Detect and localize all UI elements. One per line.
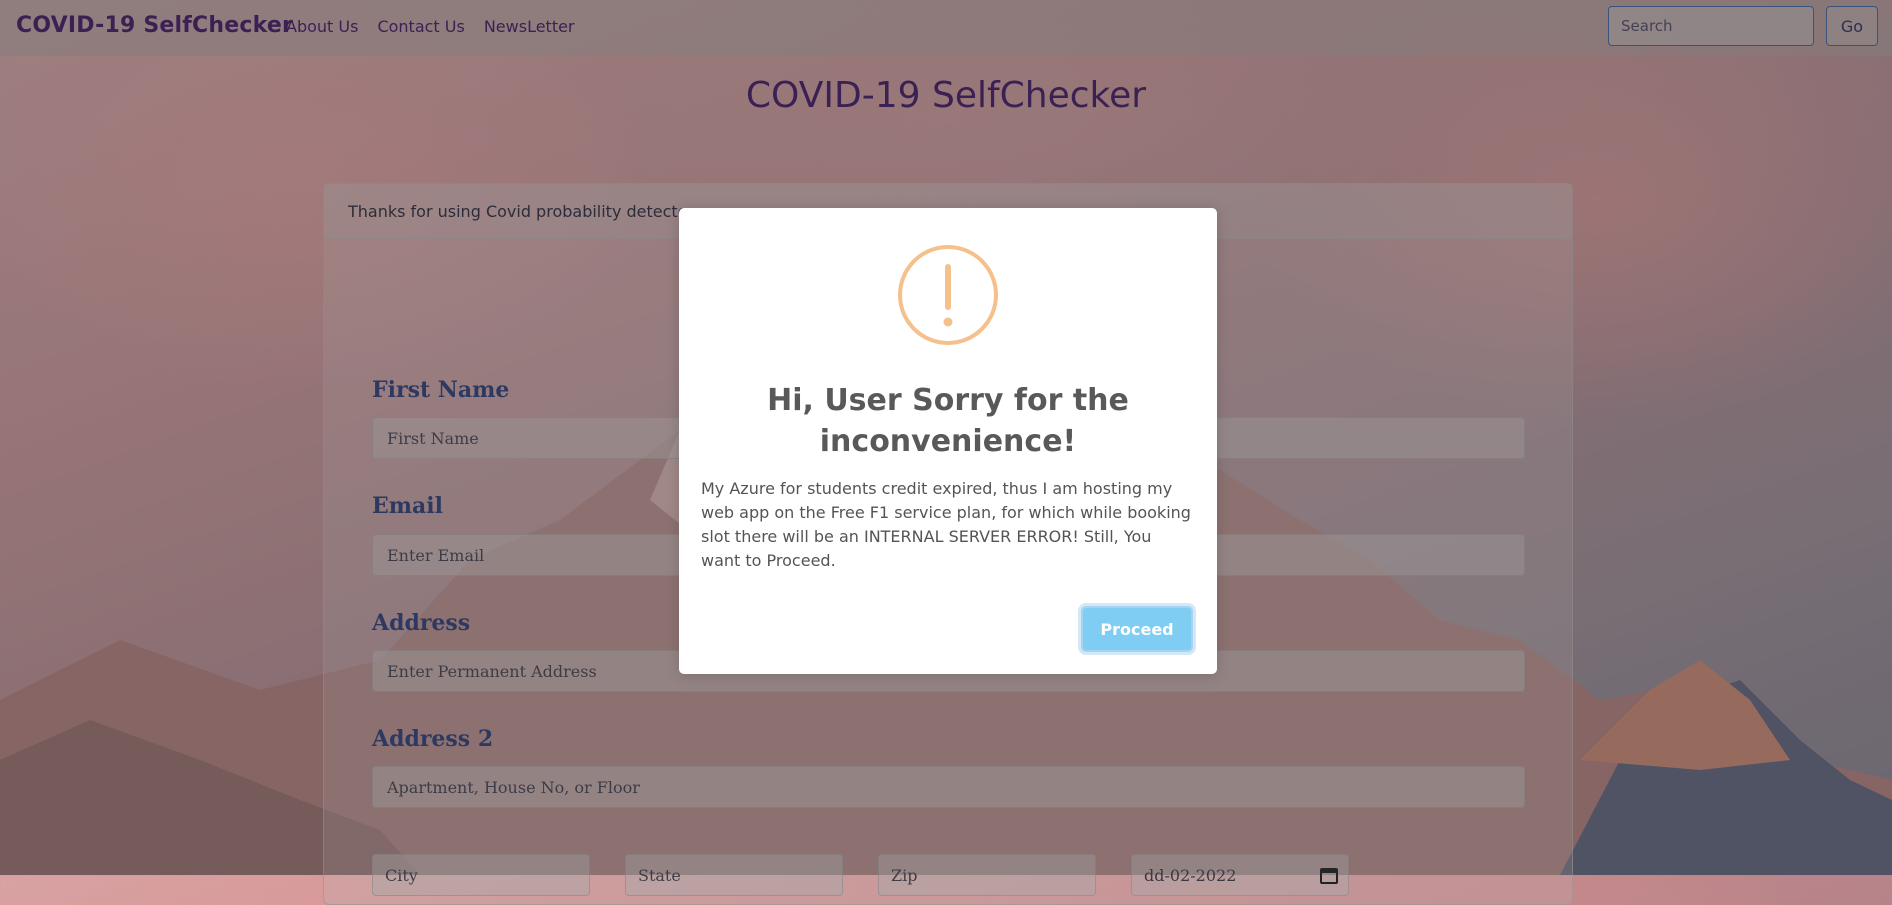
proceed-button[interactable]: Proceed	[1081, 606, 1193, 652]
modal-title: Hi, User Sorry for the inconvenience!	[767, 383, 1129, 459]
modal-text: My Azure for students credit expired, th…	[701, 479, 1191, 570]
alert-modal: Hi, User Sorry for the inconvenience! My…	[679, 208, 1217, 674]
warning-exclamation-icon	[898, 245, 998, 345]
